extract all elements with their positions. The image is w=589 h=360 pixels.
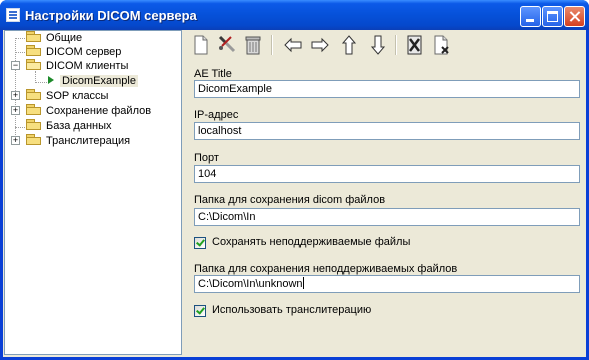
folder-icon xyxy=(26,119,42,130)
expand-icon[interactable]: + xyxy=(11,136,20,145)
tree-item-label: Транслитерация xyxy=(46,135,131,147)
settings-tree[interactable]: Общие DICOM сервер − DICOM клиенты Dicom… xyxy=(4,30,182,355)
tree-item-label: DICOM сервер xyxy=(46,46,122,58)
maximize-icon[interactable] xyxy=(542,6,563,27)
folder-icon xyxy=(26,134,42,145)
tree-item-dicom-clients[interactable]: DICOM клиенты xyxy=(26,59,128,73)
folder-icon xyxy=(26,45,42,56)
arrow-right-icon[interactable] xyxy=(309,34,331,56)
tree-item-label: Сохранение файлов xyxy=(46,105,152,117)
toolbar-separator xyxy=(271,35,273,55)
minimize-icon[interactable] xyxy=(520,6,541,27)
settings-window: Настройки DICOM сервера Общие DICOM серв… xyxy=(0,0,589,360)
tree-guide-line xyxy=(35,82,47,83)
folder-icon xyxy=(26,89,42,100)
arrow-down-icon[interactable] xyxy=(367,34,389,56)
dicom-folder-label: Папка для сохранения dicom файлов xyxy=(194,194,386,206)
text-caret xyxy=(302,277,304,289)
ae-title-label: AE Title xyxy=(194,68,232,80)
expand-icon[interactable]: + xyxy=(11,91,20,100)
unsupported-folder-value: C:\Dicom\In\unknown xyxy=(198,278,303,290)
expand-icon[interactable]: + xyxy=(11,106,20,115)
collapse-icon[interactable]: − xyxy=(11,61,20,70)
save-unsupported-label[interactable]: Сохранять неподдерживаемые файлы xyxy=(212,236,410,248)
tree-item-transliteration[interactable]: Транслитерация xyxy=(26,134,130,148)
tree-item-label: DICOM клиенты xyxy=(46,60,129,72)
client-area: Общие DICOM сервер − DICOM клиенты Dicom… xyxy=(3,30,586,357)
tree-guide-line xyxy=(15,52,25,53)
client-arrow-icon xyxy=(48,76,54,84)
tree-item-dicom-server[interactable]: DICOM сервер xyxy=(26,45,121,59)
tree-item-label: SOP классы xyxy=(46,90,109,102)
tree-item-label: База данных xyxy=(46,120,112,132)
open-folder-icon xyxy=(26,59,42,70)
dicom-folder-field[interactable]: C:\Dicom\In xyxy=(194,208,580,226)
use-translit-checkbox[interactable] xyxy=(194,305,206,317)
arrow-up-icon[interactable] xyxy=(338,34,360,56)
port-label: Порт xyxy=(194,152,219,164)
window-title: Настройки DICOM сервера xyxy=(25,8,197,23)
tree-guide-line xyxy=(15,127,25,128)
title-bar[interactable]: Настройки DICOM сервера xyxy=(0,0,589,30)
tree-item-sop-classes[interactable]: SOP классы xyxy=(26,89,108,103)
tree-guide-line xyxy=(15,38,25,39)
tree-item-general[interactable]: Общие xyxy=(26,31,82,45)
arrow-left-icon[interactable] xyxy=(282,34,304,56)
delete-document-icon[interactable] xyxy=(404,34,426,56)
close-icon[interactable] xyxy=(564,6,585,27)
folder-icon xyxy=(26,31,42,42)
toolbar-separator xyxy=(395,35,397,55)
folder-icon xyxy=(26,104,42,115)
port-field[interactable]: 104 xyxy=(194,165,580,183)
tree-item-database[interactable]: База данных xyxy=(26,119,112,133)
tree-item-label: Общие xyxy=(46,32,83,44)
tree-item-label: DicomExample xyxy=(60,75,138,87)
app-icon xyxy=(6,8,20,22)
unsupported-folder-label: Папка для сохранения неподдерживаемых фа… xyxy=(194,263,458,275)
ip-address-field[interactable]: localhost xyxy=(194,122,580,140)
unsupported-folder-field[interactable]: C:\Dicom\In\unknown xyxy=(194,275,580,293)
tree-item-dicom-example[interactable]: DicomExample xyxy=(48,74,138,88)
save-unsupported-checkbox[interactable] xyxy=(194,237,206,249)
trash-icon[interactable] xyxy=(242,34,264,56)
ip-address-label: IP-адрес xyxy=(194,109,239,121)
use-translit-label[interactable]: Использовать транслитерацию xyxy=(212,304,371,316)
remove-document-icon[interactable] xyxy=(430,34,452,56)
tree-item-file-saving[interactable]: Сохранение файлов xyxy=(26,104,151,118)
new-document-icon[interactable] xyxy=(190,34,212,56)
ae-title-field[interactable]: DicomExample xyxy=(194,80,580,98)
edit-tool-icon[interactable] xyxy=(216,34,238,56)
